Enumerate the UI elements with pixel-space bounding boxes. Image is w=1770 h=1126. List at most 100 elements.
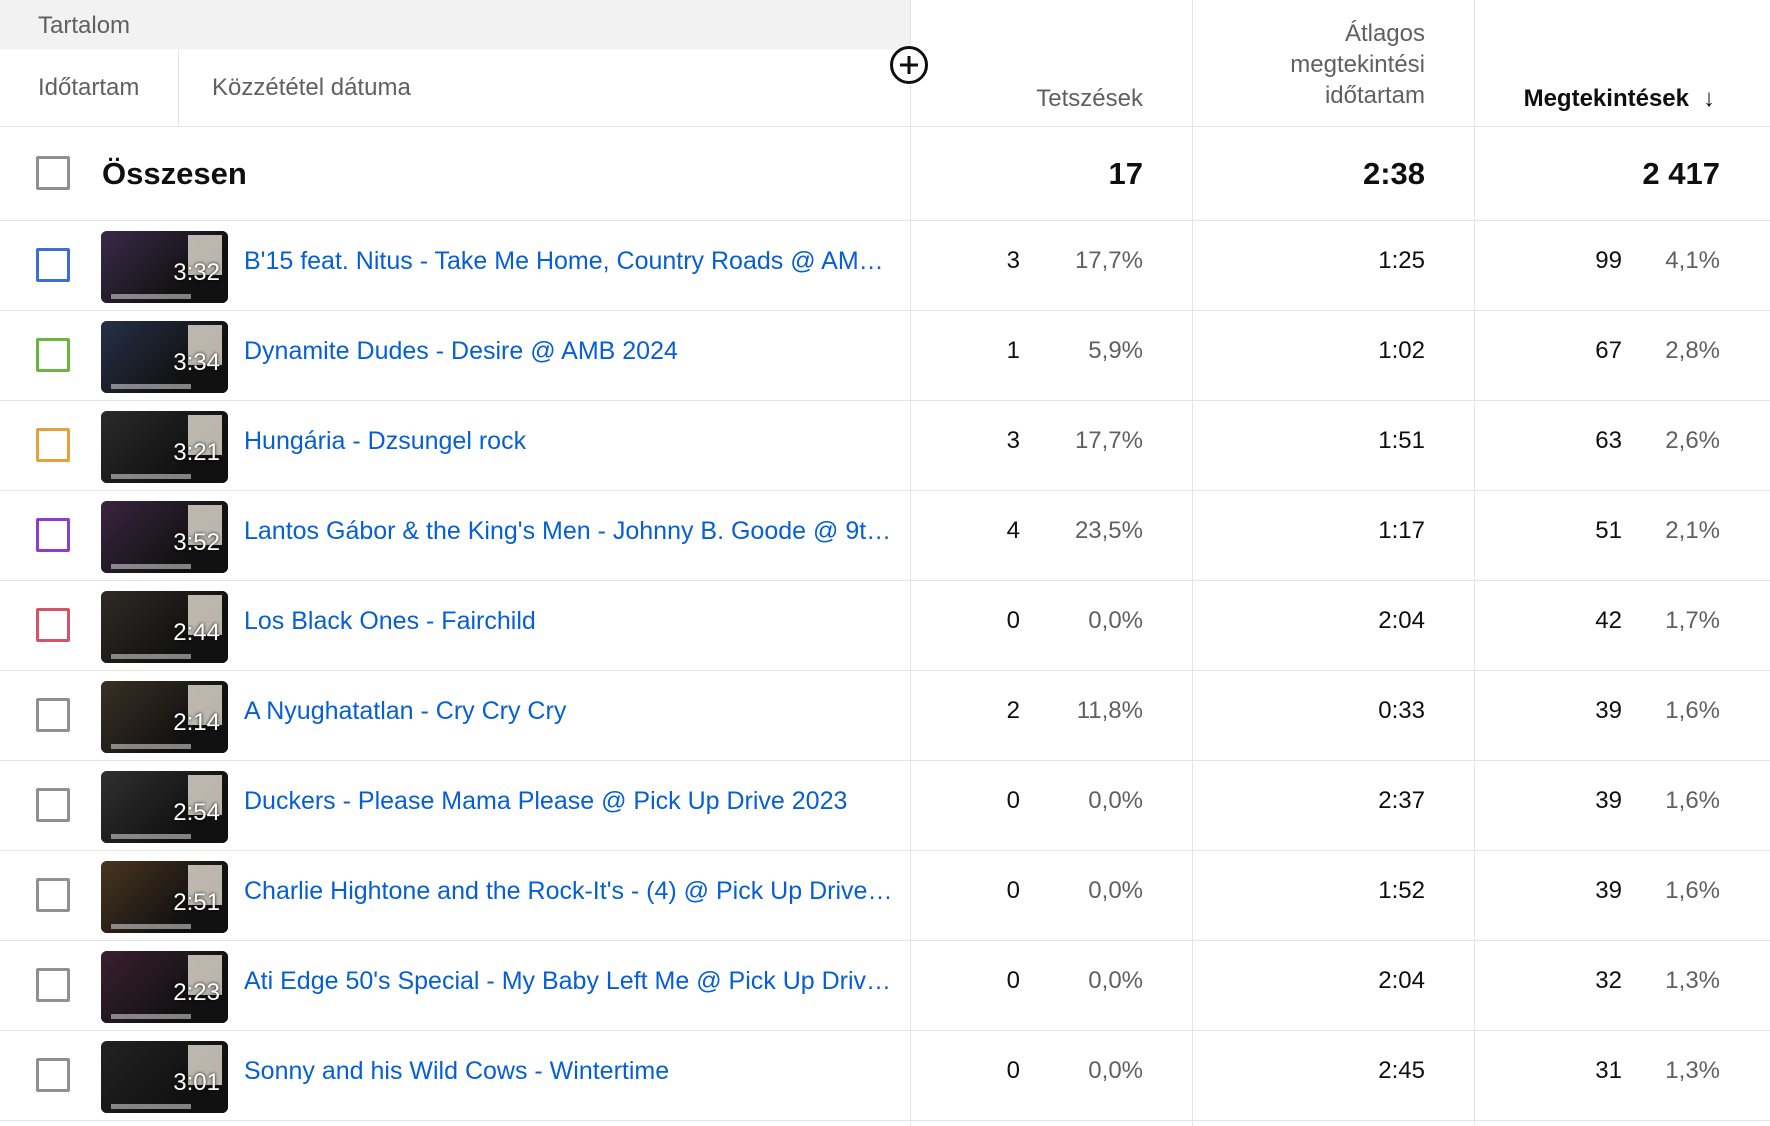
video-thumbnail[interactable]: 2:14: [101, 681, 228, 753]
video-title-link[interactable]: Lantos Gábor & the King's Men - Johnny B…: [244, 517, 894, 546]
video-thumbnail[interactable]: 2:23: [101, 951, 228, 1023]
video-duration: 2:23: [173, 979, 220, 1006]
views-percent: 4,1%: [1665, 247, 1720, 274]
total-likes: 17: [1108, 156, 1143, 191]
views-count: 67: [1595, 337, 1622, 364]
avg-view-duration: 1:51: [1378, 427, 1425, 454]
video-thumbnail[interactable]: 2:54: [101, 771, 228, 843]
row-select-checkbox[interactable]: [36, 788, 70, 822]
video-thumbnail[interactable]: 2:51: [101, 861, 228, 933]
video-title-link[interactable]: B'15 feat. Nitus - Take Me Home, Country…: [244, 247, 894, 276]
total-row: Összesen 17 2:38 2 417: [0, 126, 1770, 221]
likes-percent: 23,5%: [1074, 517, 1143, 544]
video-thumbnail[interactable]: 3:32: [101, 231, 228, 303]
row-select-checkbox[interactable]: [36, 518, 70, 552]
views-percent: 1,3%: [1665, 1057, 1720, 1084]
video-thumbnail[interactable]: 3:21: [101, 411, 228, 483]
row-select-checkbox[interactable]: [36, 608, 70, 642]
thumbnail-caption: [111, 744, 191, 749]
total-views: 2 417: [1642, 156, 1720, 191]
video-duration: 3:21: [173, 439, 220, 466]
content-group-label: Tartalom: [38, 12, 131, 39]
video-title-link[interactable]: A Nyughatatlan - Cry Cry Cry: [244, 697, 894, 726]
views-count: 39: [1595, 787, 1622, 814]
views-count: 32: [1595, 967, 1622, 994]
views-count: 39: [1595, 877, 1622, 904]
avg-view-duration: 0:33: [1378, 697, 1425, 724]
thumbnail-caption: [111, 474, 191, 479]
likes-count: 3: [1006, 427, 1020, 454]
views-percent: 2,8%: [1665, 337, 1720, 364]
likes-count: 4: [1006, 517, 1020, 544]
row-select-checkbox[interactable]: [36, 338, 70, 372]
likes-count: 2: [1006, 697, 1020, 724]
video-duration: 2:44: [173, 619, 220, 646]
likes-count: 0: [1006, 967, 1020, 994]
video-title-link[interactable]: Ati Edge 50's Special - My Baby Left Me …: [244, 967, 894, 996]
views-column-header[interactable]: Megtekintések ↓: [1524, 83, 1715, 114]
thumbnail-caption: [111, 384, 191, 389]
row-select-checkbox[interactable]: [36, 1058, 70, 1092]
likes-percent: 0,0%: [1088, 607, 1143, 634]
total-label: Összesen: [102, 156, 247, 191]
video-title-link[interactable]: Duckers - Please Mama Please @ Pick Up D…: [244, 787, 894, 816]
row-select-checkbox[interactable]: [36, 698, 70, 732]
likes-column-header[interactable]: Tetszések: [1036, 83, 1143, 114]
views-count: 51: [1595, 517, 1622, 544]
row-select-checkbox[interactable]: [36, 428, 70, 462]
subcolumn-divider: [178, 49, 179, 126]
video-title-link[interactable]: Dynamite Dudes - Desire @ AMB 2024: [244, 337, 894, 366]
avg-header-line2: megtekintési: [1290, 51, 1425, 78]
video-duration: 3:01: [173, 1069, 220, 1096]
video-duration: 2:51: [173, 889, 220, 916]
views-percent: 1,7%: [1665, 607, 1720, 634]
published-date-column-header[interactable]: Közzététel dátuma: [212, 74, 411, 102]
table-header: Tartalom Időtartam Közzététel dátuma Tet…: [0, 0, 1770, 127]
avg-view-duration: 1:02: [1378, 337, 1425, 364]
views-header-label: Megtekintések: [1523, 85, 1689, 112]
views-percent: 1,6%: [1665, 697, 1720, 724]
likes-count: 0: [1006, 1057, 1020, 1084]
video-duration: 2:54: [173, 799, 220, 826]
video-title-link[interactable]: Charlie Hightone and the Rock-It's - (4)…: [244, 877, 894, 906]
row-select-checkbox[interactable]: [36, 878, 70, 912]
video-thumbnail[interactable]: 3:01: [101, 1041, 228, 1113]
likes-count: 0: [1006, 877, 1020, 904]
duration-column-header[interactable]: Időtartam: [38, 74, 139, 102]
views-count: 99: [1595, 247, 1622, 274]
video-thumbnail[interactable]: 2:44: [101, 591, 228, 663]
avg-view-duration: 2:45: [1378, 1057, 1425, 1084]
thumbnail-caption: [111, 1104, 191, 1109]
views-percent: 2,1%: [1665, 517, 1720, 544]
row-select-checkbox[interactable]: [36, 248, 70, 282]
video-thumbnail[interactable]: 3:52: [101, 501, 228, 573]
likes-percent: 5,9%: [1088, 337, 1143, 364]
video-title-link[interactable]: Los Black Ones - Fairchild: [244, 607, 894, 636]
table-row: 2:23 Ati Edge 50's Special - My Baby Left…: [0, 941, 1770, 1031]
add-column-plus-icon[interactable]: [890, 46, 928, 84]
thumbnail-caption: [111, 834, 191, 839]
table-row: 2:51 Charlie Hightone and the Rock-It's -…: [0, 851, 1770, 941]
video-title-link[interactable]: Sonny and his Wild Cows - Wintertime: [244, 1057, 894, 1086]
video-thumbnail[interactable]: 3:34: [101, 321, 228, 393]
total-avg-view-duration: 2:38: [1362, 156, 1425, 191]
thumbnail-caption: [111, 564, 191, 569]
video-duration: 3:32: [173, 259, 220, 286]
table-row: 2:54 Duckers - Please Mama Please @ Pick …: [0, 761, 1770, 851]
likes-count: 0: [1006, 787, 1020, 814]
table-row: 3:52 Lantos Gábor & the King's Men - John…: [0, 491, 1770, 581]
thumbnail-caption: [111, 1014, 191, 1019]
likes-percent: 0,0%: [1088, 877, 1143, 904]
views-count: 42: [1595, 607, 1622, 634]
likes-count: 1: [1006, 337, 1020, 364]
avg-view-duration-column-header[interactable]: Átlagos megtekintési időtartam: [1290, 18, 1425, 111]
thumbnail-caption: [111, 294, 191, 299]
video-title-link[interactable]: Hungária - Dzsungel rock: [244, 427, 894, 456]
sort-descending-arrow-icon: ↓: [1703, 85, 1715, 112]
content-group-header: [0, 0, 910, 49]
table-row: 3:01 Sonny and his Wild Cows - Wintertime…: [0, 1031, 1770, 1121]
likes-percent: 0,0%: [1088, 1057, 1143, 1084]
select-all-checkbox[interactable]: [36, 156, 70, 190]
row-select-checkbox[interactable]: [36, 968, 70, 1002]
avg-header-line1: Átlagos: [1344, 20, 1425, 47]
